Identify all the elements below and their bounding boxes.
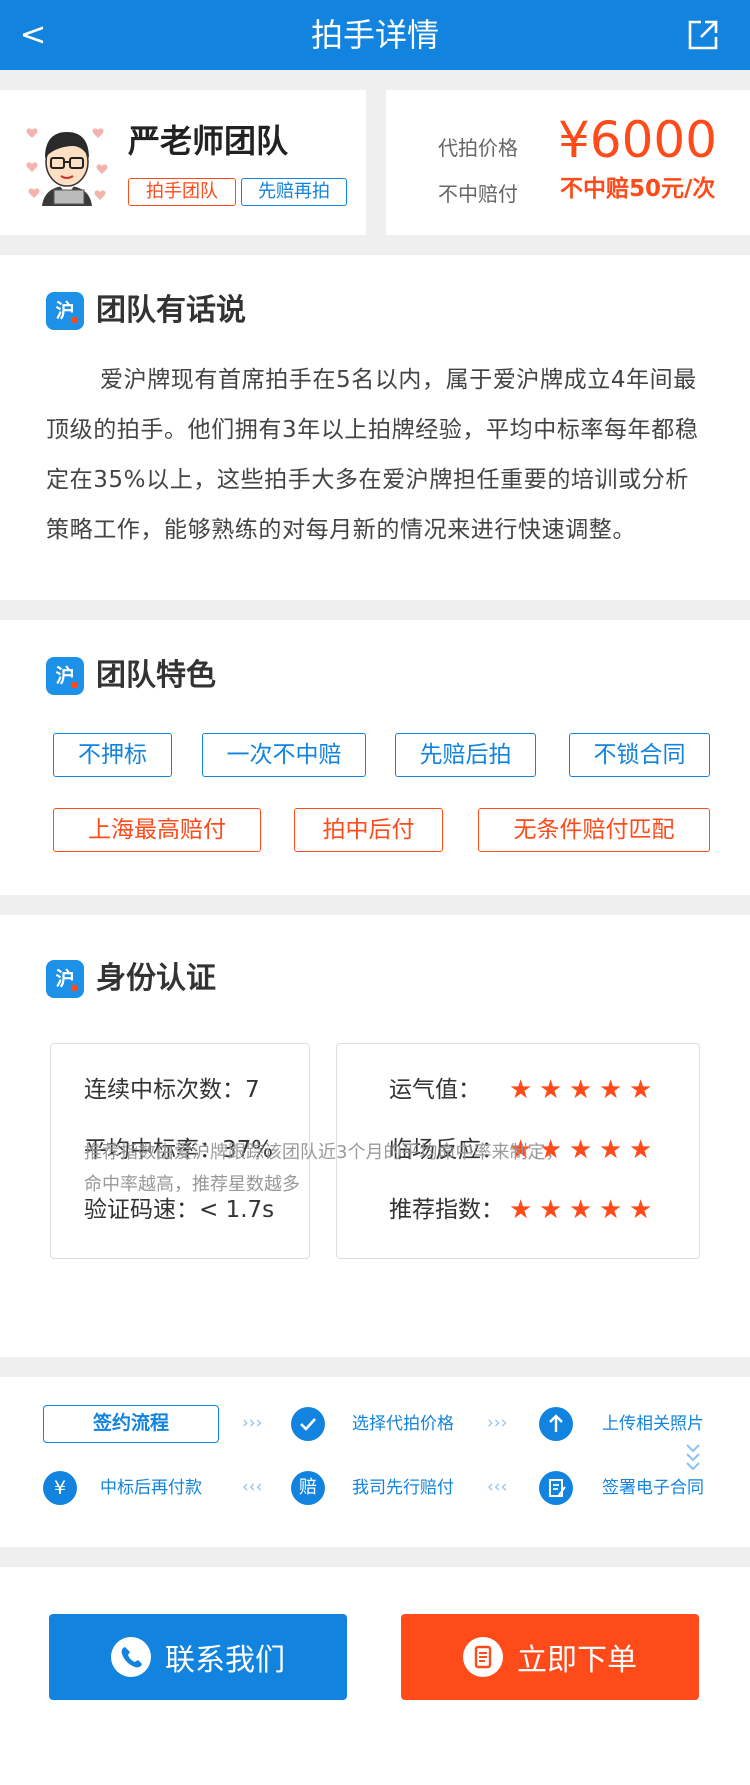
flow-arrow: ‹‹‹ <box>242 1477 263 1497</box>
avatar <box>24 120 110 206</box>
contact-us-label: 联系我们 <box>165 1643 285 1678</box>
rating-note: 推荐指数由爱沪牌跟踪该团队近3个月的平均命中率来制定， 命中率越高，推荐星数越多 <box>84 1142 564 1195</box>
price-value: ¥6000 <box>558 111 718 169</box>
star-icon: ★ <box>539 1075 563 1105</box>
order-icon <box>463 1637 503 1677</box>
section-title: 团队有话说 <box>96 293 246 328</box>
aihupai-logo-icon: 沪 <box>46 292 84 330</box>
share-icon[interactable] <box>686 18 720 52</box>
check-icon <box>291 1407 325 1441</box>
star-icon: ★ <box>509 1195 533 1225</box>
compensation-label: 不中赔付 <box>438 182 518 206</box>
section-title: 身份认证 <box>96 961 216 996</box>
order-now-label: 立即下单 <box>517 1643 637 1678</box>
tag-compensate-first: 先赔再拍 <box>241 178 347 206</box>
feature-tag: 不锁合同 <box>569 733 710 777</box>
star-icon: ★ <box>629 1075 653 1105</box>
upload-icon <box>539 1407 573 1441</box>
feature-tag: 上海最高赔付 <box>53 808 261 852</box>
flow-arrow: ‹‹‹ <box>487 1477 508 1497</box>
sign-flow-section: 签约流程 ››› 选择代拍价格 ››› 上传相关照片 ¥ 中标后再付款 ‹‹‹ … <box>0 1377 750 1547</box>
price-card: 代拍价格 ¥6000 不中赔付 不中赔50元/次 <box>386 90 750 235</box>
price-label: 代拍价格 <box>438 136 518 160</box>
flow-step-upload-photos: 上传相关照片 <box>602 1414 704 1434</box>
feature-tag: 先赔后拍 <box>395 733 536 777</box>
star-icon: ★ <box>509 1075 533 1105</box>
feature-tag: 拍中后付 <box>294 808 443 852</box>
star-icon: ★ <box>599 1075 623 1105</box>
page-title: 拍手详情 <box>310 16 439 54</box>
team-profile-card: 严老师团队 拍手团队 先赔再拍 <box>0 90 366 235</box>
phone-icon <box>111 1637 151 1677</box>
star-icon: ★ <box>569 1195 593 1225</box>
star-icon: ★ <box>539 1195 563 1225</box>
rating-label-luck: 运气值： <box>389 1077 481 1103</box>
contact-us-button[interactable]: 联系我们 <box>49 1614 347 1700</box>
team-description: 爱沪牌现有首席拍手在5名以内，属于爱沪牌成立4年间最顶级的拍手。他们拥有3年以上… <box>46 367 699 543</box>
rating-stars-luck: ★ ★ ★ ★ ★ <box>509 1075 653 1105</box>
star-icon: ★ <box>569 1075 593 1105</box>
order-now-button[interactable]: 立即下单 <box>401 1614 699 1700</box>
identity-section: 沪 身份认证 连续中标次数：7 平均中标率：37% 验证码速：< 1.7s 运气… <box>0 915 750 1357</box>
flow-step-compensate-first: 我司先行赔付 <box>352 1478 454 1498</box>
rating-stars-recommend: ★ ★ ★ ★ ★ <box>509 1195 653 1225</box>
team-talk-section: 沪 团队有话说 爱沪牌现有首席拍手在5名以内，属于爱沪牌成立4年间最顶级的拍手。… <box>0 255 750 600</box>
avatar-illustration <box>24 120 110 206</box>
top-bar: < 拍手详情 <box>0 0 750 70</box>
compensation-value: 不中赔50元/次 <box>560 176 716 202</box>
feature-tag: 一次不中赔 <box>202 733 366 777</box>
feature-tag: 无条件赔付匹配 <box>478 808 710 852</box>
flow-title: 签约流程 <box>43 1405 219 1443</box>
aihupai-logo-icon: 沪 <box>46 960 84 998</box>
flow-step-sign-contract: 签署电子合同 <box>602 1478 704 1498</box>
team-name: 严老师团队 <box>128 122 289 160</box>
star-icon: ★ <box>629 1195 653 1225</box>
aihupai-logo-icon: 沪 <box>46 657 84 695</box>
flow-step-select-price: 选择代拍价格 <box>352 1414 454 1434</box>
star-icon: ★ <box>599 1195 623 1225</box>
feature-tag: 不押标 <box>53 733 172 777</box>
compensate-icon: 赔 <box>291 1471 325 1505</box>
stat-consecutive-wins: 连续中标次数：7 <box>84 1077 260 1103</box>
contract-icon <box>539 1471 573 1505</box>
flow-arrow: ››› <box>487 1413 508 1433</box>
yuan-icon: ¥ <box>43 1471 77 1505</box>
flow-down-arrow-icon <box>686 1444 700 1471</box>
section-title: 团队特色 <box>96 658 216 693</box>
section-header: 沪 团队有话说 <box>46 291 246 331</box>
section-header: 沪 身份认证 <box>46 959 216 999</box>
team-features-section: 沪 团队特色 不押标 一次不中赔 先赔后拍 不锁合同 上海最高赔付 拍中后付 无… <box>0 620 750 895</box>
section-header: 沪 团队特色 <box>46 656 216 696</box>
flow-arrow: ››› <box>242 1413 263 1433</box>
tag-paishou-team: 拍手团队 <box>128 178 236 206</box>
flow-step-pay-after-win: 中标后再付款 <box>100 1478 202 1498</box>
